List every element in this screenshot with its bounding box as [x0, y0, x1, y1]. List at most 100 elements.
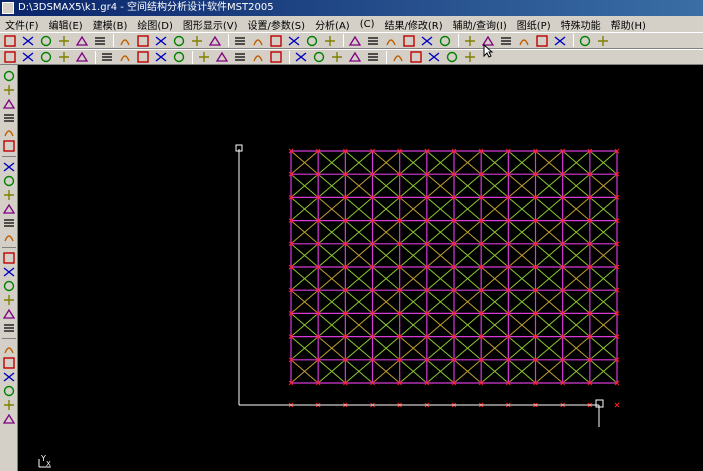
- cylinder-tool-icon[interactable]: [1, 216, 17, 229]
- eraser-tool-icon[interactable]: [1, 265, 17, 278]
- truss-icon[interactable]: [401, 34, 417, 48]
- toolbar-separator: [573, 34, 574, 47]
- zoom-extent-icon[interactable]: [322, 34, 338, 48]
- query-icon[interactable]: [347, 34, 363, 48]
- menu-item-5[interactable]: 设置/参数(S): [243, 17, 311, 32]
- menu-item-7[interactable]: (C): [355, 19, 380, 30]
- space-truss-model: YX: [38, 144, 620, 468]
- list-icon[interactable]: [444, 50, 460, 64]
- copy-tool-icon[interactable]: [1, 174, 17, 187]
- force-icon[interactable]: [329, 50, 345, 64]
- box-tool-icon[interactable]: [1, 230, 17, 243]
- link-tool-icon[interactable]: [1, 97, 17, 110]
- open-icon[interactable]: [20, 34, 36, 48]
- moment-icon[interactable]: [365, 50, 381, 64]
- new-icon[interactable]: [2, 34, 18, 48]
- arrow-up-icon[interactable]: [577, 34, 593, 48]
- crosshair-icon[interactable]: [250, 50, 266, 64]
- load-icon[interactable]: [311, 50, 327, 64]
- drawing-canvas[interactable]: YX: [19, 65, 703, 471]
- delete-icon[interactable]: [516, 34, 532, 48]
- menu-item-1[interactable]: 编辑(E): [44, 17, 88, 32]
- arc-icon[interactable]: [74, 50, 90, 64]
- menu-item-11[interactable]: 特殊功能: [556, 17, 606, 32]
- monitor-tool-icon[interactable]: [1, 251, 17, 264]
- copy-array-icon[interactable]: [196, 50, 212, 64]
- save-icon[interactable]: [38, 34, 54, 48]
- wave-icon[interactable]: [347, 50, 363, 64]
- grid-line-icon[interactable]: [56, 50, 72, 64]
- array-tool-icon[interactable]: [1, 202, 17, 215]
- split-tool-icon[interactable]: [1, 111, 17, 124]
- text-a-icon[interactable]: [117, 50, 133, 64]
- rotate-icon[interactable]: [286, 34, 302, 48]
- menu-item-4[interactable]: 图形显示(V): [178, 17, 243, 32]
- member-icon[interactable]: [498, 34, 514, 48]
- rotate-small-icon[interactable]: [153, 50, 169, 64]
- measure-icon[interactable]: [365, 34, 381, 48]
- star-tool-icon[interactable]: [1, 342, 17, 355]
- angle-tool-icon[interactable]: [1, 370, 17, 383]
- polyline-icon[interactable]: [99, 50, 115, 64]
- pointer-icon[interactable]: [153, 34, 169, 48]
- toolbar-separator: [289, 50, 290, 64]
- stack-tool-icon[interactable]: [1, 398, 17, 411]
- settings-icon[interactable]: [462, 50, 478, 64]
- plan-icon[interactable]: [437, 34, 453, 48]
- grid-icon[interactable]: [383, 34, 399, 48]
- print-icon[interactable]: [117, 34, 133, 48]
- menu-item-10[interactable]: 图纸(P): [512, 17, 556, 32]
- joint-icon[interactable]: [426, 50, 442, 64]
- zoom-out-icon[interactable]: [250, 34, 266, 48]
- cross-tool-icon[interactable]: [1, 139, 17, 152]
- menu-item-3[interactable]: 绘图(D): [132, 17, 178, 32]
- chain-tool-icon[interactable]: [1, 279, 17, 292]
- line-icon[interactable]: [20, 50, 36, 64]
- node-icon[interactable]: [2, 50, 18, 64]
- main-toolbar: [0, 32, 703, 49]
- menu-item-9[interactable]: 辅助/查询(I): [448, 17, 512, 32]
- node-tool-icon[interactable]: [1, 69, 17, 82]
- chart-icon[interactable]: [462, 34, 478, 48]
- menu-item-2[interactable]: 建模(B): [88, 17, 133, 32]
- move-tool-icon[interactable]: [1, 83, 17, 96]
- undo-icon[interactable]: [534, 34, 550, 48]
- redo-icon[interactable]: [552, 34, 568, 48]
- close-icon[interactable]: [595, 34, 611, 48]
- paste-icon[interactable]: [92, 34, 108, 48]
- zoom-window-icon[interactable]: [171, 34, 187, 48]
- table-icon[interactable]: [419, 34, 435, 48]
- zoom-all-icon[interactable]: [304, 34, 320, 48]
- copy-icon[interactable]: [74, 34, 90, 48]
- menu-item-12[interactable]: 帮助(H): [606, 17, 651, 32]
- menu-item-8[interactable]: 结果/修改(R): [380, 17, 448, 32]
- menu-item-0[interactable]: 文件(F): [0, 17, 44, 32]
- menu-item-6[interactable]: 分析(A): [310, 17, 355, 32]
- dash-tool-icon[interactable]: [1, 356, 17, 369]
- diag-tool-icon[interactable]: [1, 160, 17, 173]
- slash-tool-icon[interactable]: [1, 307, 17, 320]
- line-tool-icon[interactable]: [1, 321, 17, 334]
- scale-icon[interactable]: [232, 50, 248, 64]
- cut-icon[interactable]: [56, 34, 72, 48]
- merge-tool-icon[interactable]: [1, 125, 17, 138]
- support-icon[interactable]: [293, 50, 309, 64]
- curve-tool-icon[interactable]: [1, 384, 17, 397]
- bars-tool-icon[interactable]: [1, 412, 17, 425]
- pin-icon[interactable]: [390, 50, 406, 64]
- zoom-in-icon[interactable]: [232, 34, 248, 48]
- pan-icon[interactable]: [268, 34, 284, 48]
- help-icon[interactable]: [135, 34, 151, 48]
- zigzag-tool-icon[interactable]: [1, 293, 17, 306]
- diag-icon[interactable]: [38, 50, 54, 64]
- app-icon: [2, 2, 14, 14]
- spring-icon[interactable]: [408, 50, 424, 64]
- toolbar-separator: [192, 50, 193, 64]
- k-icon[interactable]: [189, 34, 205, 48]
- measure-tool-icon[interactable]: [1, 188, 17, 201]
- move-icon[interactable]: [214, 50, 230, 64]
- double-arrow-icon[interactable]: [268, 50, 284, 64]
- dim-icon[interactable]: [135, 50, 151, 64]
- rect-icon[interactable]: [207, 34, 223, 48]
- mirror-icon[interactable]: [171, 50, 187, 64]
